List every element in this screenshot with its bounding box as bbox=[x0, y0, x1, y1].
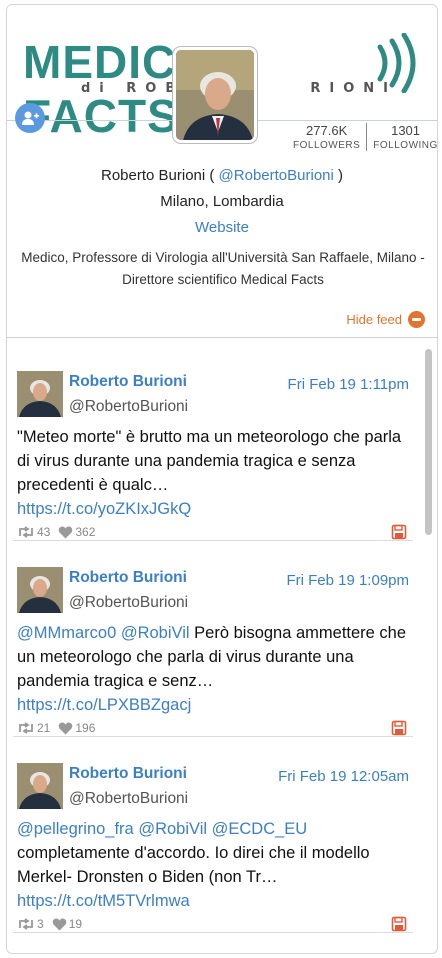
following-stat[interactable]: 1301 FOLLOWING bbox=[366, 123, 438, 151]
avatar-photo bbox=[176, 50, 254, 140]
heart-icon bbox=[59, 526, 73, 538]
tweet-mentions[interactable]: @MMmarco0 @RobiVil bbox=[17, 624, 190, 642]
tweet-link[interactable]: https://t.co/yoZKIxJGkQ bbox=[17, 500, 191, 518]
tweet-separator bbox=[13, 932, 413, 933]
tweet-avatar[interactable] bbox=[17, 763, 63, 809]
tweet-author-name[interactable]: Roberto Burioni bbox=[69, 373, 187, 391]
profile-name: Roberto Burioni ( @RobertoBurioni ) bbox=[7, 167, 437, 184]
followers-label: FOLLOWERS bbox=[293, 140, 361, 151]
tweet-body: "Meteo morte" è brutto ma un meteorologo… bbox=[17, 428, 402, 494]
tweet-avatar-photo bbox=[17, 371, 63, 417]
tweet-avatar-photo bbox=[17, 763, 63, 809]
tweet-body: completamente d'accordo. Io direi che il… bbox=[17, 844, 370, 886]
like-button[interactable]: 362 bbox=[58, 525, 95, 539]
heart-icon bbox=[59, 722, 73, 734]
retweet-button[interactable]: 43 bbox=[17, 525, 50, 539]
profile-name-prefix: Roberto Burioni ( bbox=[100, 167, 219, 184]
tweet-actions: 43 362 bbox=[17, 525, 101, 539]
tweet-actions: 21 196 bbox=[17, 721, 101, 735]
profile-location: Milano, Lombardia bbox=[160, 193, 284, 210]
retweet-button[interactable]: 3 bbox=[17, 917, 44, 931]
tweet-author-name[interactable]: Roberto Burioni bbox=[69, 569, 187, 587]
tweet-author-handle[interactable]: @RobertoBurioni bbox=[69, 398, 188, 416]
retweet-icon bbox=[19, 526, 33, 538]
profile-stats: 277.6K FOLLOWERS 1301 FOLLOWING bbox=[287, 123, 438, 151]
tweet-author-name[interactable]: Roberto Burioni bbox=[69, 765, 187, 783]
followers-count: 277.6K bbox=[306, 123, 348, 138]
tweet-date[interactable]: Fri Feb 19 12:05am bbox=[278, 768, 409, 785]
tweet-author-handle[interactable]: @RobertoBurioni bbox=[69, 790, 188, 808]
hide-feed-label: Hide feed bbox=[346, 312, 402, 327]
save-icon[interactable] bbox=[391, 916, 407, 932]
retweet-icon bbox=[19, 722, 33, 734]
like-count: 196 bbox=[75, 721, 96, 735]
profile-name-suffix: ) bbox=[333, 167, 344, 184]
profile-bio: Medico, Professore di Virologia all'Univ… bbox=[21, 250, 425, 287]
like-button[interactable]: 19 bbox=[52, 917, 82, 931]
profile-handle-link[interactable]: @RobertoBurioni bbox=[219, 167, 334, 184]
save-icon[interactable] bbox=[391, 720, 407, 736]
tweet-feed: Roberto Burioni @RobertoBurioni Fri Feb … bbox=[7, 345, 437, 953]
tweet-actions: 3 19 bbox=[17, 917, 88, 931]
tweet-text: @MMmarco0 @RobiVil Però bisogna ammetter… bbox=[17, 621, 412, 717]
tweet-avatar[interactable] bbox=[17, 371, 63, 417]
tweet-text: "Meteo morte" è brutto ma un meteorologo… bbox=[17, 425, 412, 521]
like-button[interactable]: 196 bbox=[58, 721, 95, 735]
following-count: 1301 bbox=[391, 123, 421, 138]
like-count: 362 bbox=[75, 525, 96, 539]
tweet-avatar[interactable] bbox=[17, 567, 63, 613]
tweet-link[interactable]: https://t.co/tM5TVrlmwa bbox=[17, 892, 190, 910]
tweet-item: Roberto Burioni @RobertoBurioni Fri Feb … bbox=[7, 345, 419, 541]
tweet-text: @pellegrino_fra @RobiVil @ECDC_EU comple… bbox=[17, 817, 412, 913]
retweet-count: 43 bbox=[37, 525, 51, 539]
retweet-count: 3 bbox=[37, 917, 44, 931]
like-count: 19 bbox=[68, 917, 83, 931]
follow-button[interactable] bbox=[15, 103, 45, 133]
tweet-author-handle[interactable]: @RobertoBurioni bbox=[69, 594, 188, 612]
sound-waves-icon bbox=[377, 33, 416, 93]
followers-stat[interactable]: 277.6K FOLLOWERS bbox=[287, 123, 366, 151]
tweet-avatar-photo bbox=[17, 567, 63, 613]
retweet-icon bbox=[19, 918, 33, 930]
save-icon[interactable] bbox=[391, 524, 407, 540]
feed-scrollbar-thumb[interactable] bbox=[425, 349, 432, 535]
retweet-button[interactable]: 21 bbox=[17, 721, 50, 735]
minus-circle-icon bbox=[408, 311, 425, 328]
retweet-count: 21 bbox=[37, 721, 51, 735]
profile-website-link[interactable]: Website bbox=[7, 219, 437, 236]
add-user-icon bbox=[22, 111, 39, 125]
tweet-mentions[interactable]: @pellegrino_fra @RobiVil @ECDC_EU bbox=[17, 820, 307, 838]
hide-feed-button[interactable]: Hide feed bbox=[346, 311, 425, 328]
profile-avatar[interactable] bbox=[173, 47, 257, 143]
following-label: FOLLOWING bbox=[373, 140, 438, 151]
tweet-item: Roberto Burioni @RobertoBurioni Fri Feb … bbox=[7, 541, 419, 737]
tweet-date[interactable]: Fri Feb 19 1:11pm bbox=[288, 376, 409, 393]
heart-icon bbox=[52, 918, 66, 930]
feed-divider bbox=[7, 337, 437, 338]
twitter-feed-widget: MEDICFACTS di ROBE RIONI 277.6K FOLLOWER… bbox=[6, 4, 438, 954]
tweet-item: Roberto Burioni @RobertoBurioni Fri Feb … bbox=[7, 737, 419, 933]
tweet-link[interactable]: https://t.co/LPXBBZgacj bbox=[17, 696, 191, 714]
logo-right-text: FACTS bbox=[23, 90, 179, 142]
tweet-date[interactable]: Fri Feb 19 1:09pm bbox=[286, 572, 409, 589]
